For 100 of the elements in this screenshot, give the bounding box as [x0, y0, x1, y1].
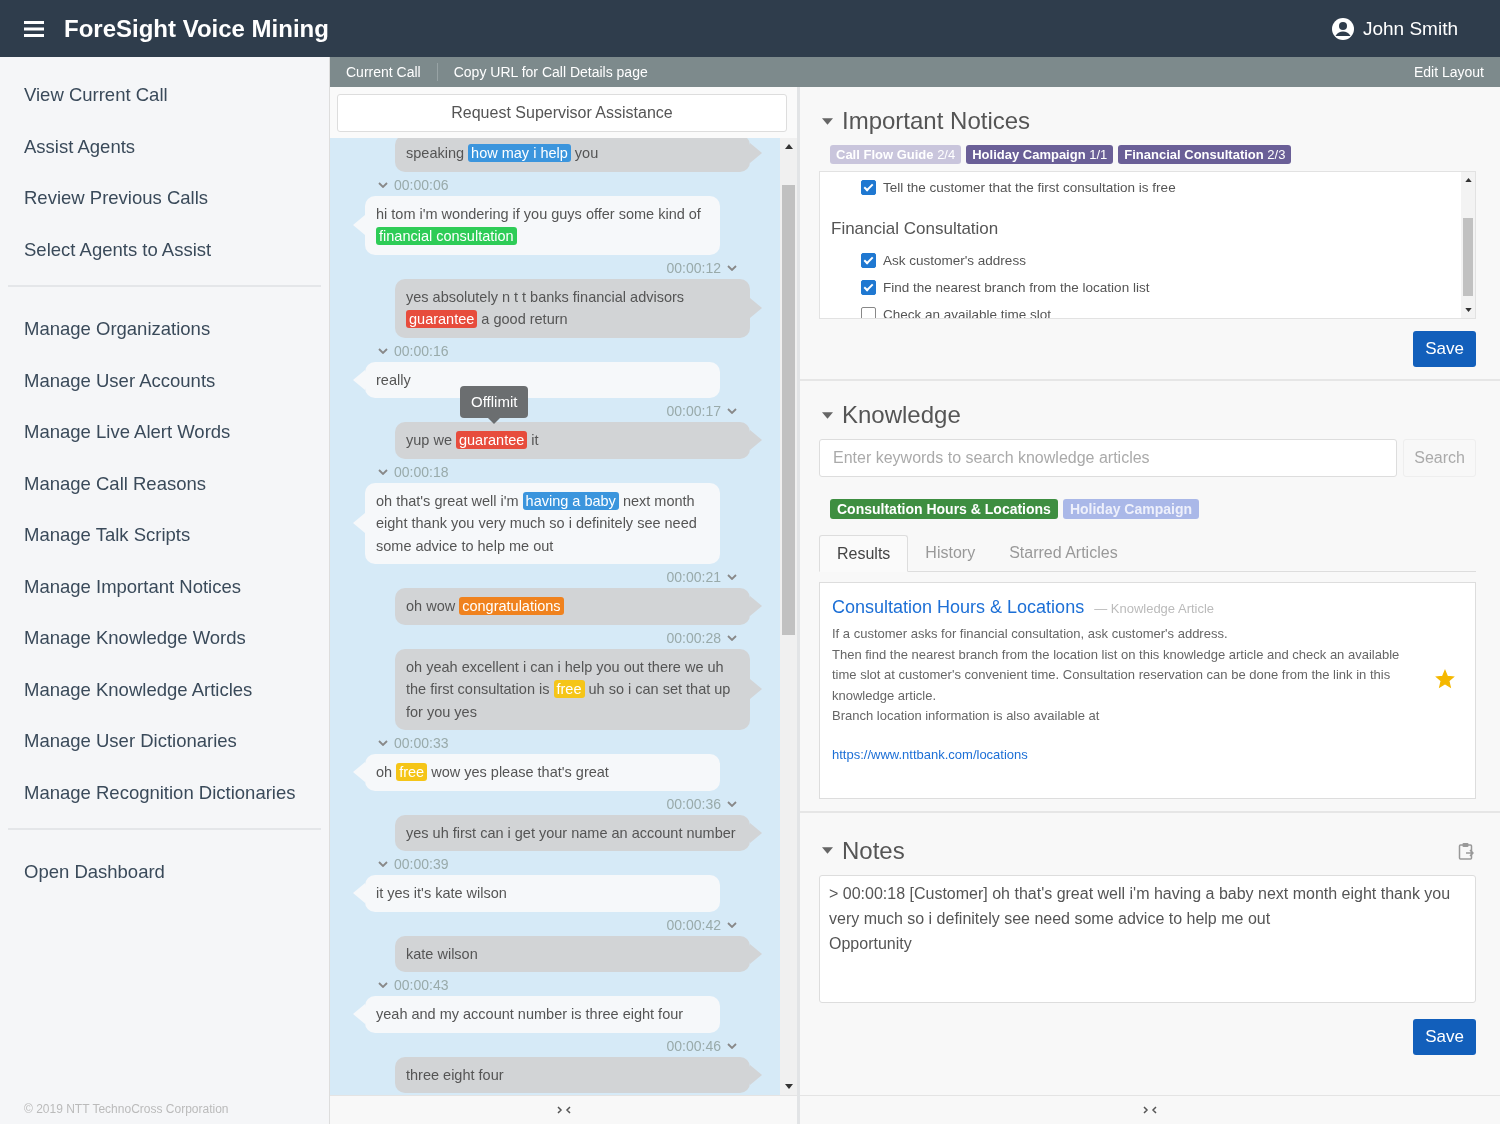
timestamp: 00:00:12: [666, 259, 721, 276]
chevron-down-icon[interactable]: [378, 861, 388, 867]
message-text: it yes it's kate wilson: [353, 875, 720, 912]
chevron-down-icon[interactable]: [727, 800, 737, 807]
chevron-down-icon[interactable]: [727, 921, 737, 928]
chevron-down-icon[interactable]: [378, 468, 388, 475]
scrollbar[interactable]: [780, 138, 797, 1095]
collapse-icon[interactable]: [556, 1106, 571, 1114]
chevron-down-icon[interactable]: [727, 574, 737, 580]
save-button[interactable]: Save: [1413, 331, 1476, 367]
sidebar-item[interactable]: Manage Organizations: [8, 303, 321, 355]
message-text: yes uh first can i get your name an account number: [395, 814, 762, 851]
sidebar-item[interactable]: Open Dashboard: [8, 846, 321, 898]
chevron-down-icon[interactable]: [378, 347, 388, 354]
checklist-label: Ask customer's address: [883, 253, 1026, 268]
timestamp: 00:00:46: [666, 1037, 721, 1054]
checklist-label: Tell the customer that the first consultation is free: [883, 180, 1176, 195]
timestamp: 00:00:39: [394, 856, 449, 872]
collapse-icon[interactable]: [1143, 1106, 1157, 1114]
sidebar-item[interactable]: Manage Call Reasons: [8, 457, 321, 509]
sidebar-item[interactable]: Manage Knowledge Articles: [8, 663, 321, 715]
sidebar-item[interactable]: Manage Knowledge Words: [8, 612, 321, 664]
message-text: yeah and my account number is three eight four: [353, 996, 720, 1033]
sidebar-item[interactable]: Review Previous Calls: [8, 172, 321, 224]
edit-layout-link[interactable]: Edit Layout: [1413, 64, 1484, 80]
timestamp: 00:00:28: [666, 629, 721, 646]
knowledge-tag[interactable]: Consultation Hours & Locations: [830, 499, 1058, 519]
message-text: oh wow congratulations: [395, 588, 762, 625]
search-field[interactable]: Enter keywords to search knowledge articles: [819, 439, 1398, 477]
message-text: yup we guarantee it: [395, 422, 762, 459]
chevron-down-icon[interactable]: [378, 982, 388, 988]
caret-icon[interactable]: [822, 117, 833, 125]
toolbar-link[interactable]: Copy URL for Call Details page: [453, 64, 648, 80]
scroll-down-icon[interactable]: [1464, 308, 1472, 312]
timestamp: 00:00:18: [394, 463, 449, 480]
app-title: ForeSight Voice Mining: [64, 14, 329, 43]
sidebar-item[interactable]: Manage Recognition Dictionaries: [8, 766, 321, 818]
scrollbar[interactable]: [1461, 172, 1475, 318]
article-text: Branch location information is also available at: [832, 707, 1101, 725]
notes-field[interactable]: > 00:00:18 [Customer] oh that's great well i'm having a baby next month eight thank you very much so i definitely see need some advice to help me out Opportunity: [819, 874, 1476, 1003]
scroll-up-icon[interactable]: [784, 144, 793, 149]
article-link[interactable]: https://www.nttbank.com/locations: [832, 746, 1435, 762]
timestamp: 00:00:42: [666, 916, 721, 933]
sidebar-item[interactable]: Manage User Dictionaries: [8, 715, 321, 767]
chevron-down-icon[interactable]: [727, 264, 737, 271]
article-text: Then find the nearest branch from the location list on this knowledge article and check an available time slot at customer's convenient time. Consultation reservation can be done from the link in this knowledge article.: [832, 645, 1401, 705]
article-type: — Knowledge Article: [1094, 601, 1215, 616]
sidebar-item[interactable]: Manage Important Notices: [8, 560, 321, 612]
sidebar-item[interactable]: Select Agents to Assist: [8, 223, 321, 275]
chevron-down-icon[interactable]: [727, 408, 737, 414]
chevron-down-icon[interactable]: [378, 181, 388, 188]
caret-icon[interactable]: [822, 847, 833, 854]
timestamp: 00:00:06: [394, 176, 449, 193]
checkbox[interactable]: [861, 253, 876, 268]
tooltip: Offlimit: [460, 386, 529, 424]
chevron-down-icon[interactable]: [378, 740, 388, 746]
chevron-down-icon[interactable]: [727, 1042, 737, 1049]
toolbar-link[interactable]: Current Call: [346, 64, 421, 80]
scroll-thumb[interactable]: [782, 185, 795, 635]
checkbox[interactable]: [861, 307, 876, 318]
scroll-thumb[interactable]: [1463, 218, 1473, 296]
timestamp: 00:00:36: [666, 795, 721, 812]
menu-icon[interactable]: [24, 20, 44, 37]
article-text: If a customer asks for financial consultation, ask customer's address.: [832, 625, 1229, 643]
sidebar-item[interactable]: Manage Talk Scripts: [8, 509, 321, 561]
sidebar-item[interactable]: Manage User Accounts: [8, 354, 321, 406]
chevron-down-icon[interactable]: [727, 634, 737, 641]
sidebar-item[interactable]: View Current Call: [8, 69, 321, 121]
clipboard-icon[interactable]: [1458, 841, 1474, 860]
tab[interactable]: Results: [819, 535, 909, 572]
article-title-link[interactable]: Consultation Hours & Locations: [832, 597, 1085, 618]
checklist-heading: Financial Consultation: [831, 218, 1000, 240]
star-icon[interactable]: [1435, 669, 1455, 690]
checkbox[interactable]: [861, 180, 876, 195]
sidebar-item[interactable]: Manage Live Alert Words: [8, 406, 321, 458]
message-text: kate wilson: [395, 935, 762, 972]
timestamp: 00:00:33: [394, 735, 449, 751]
caret-icon[interactable]: [822, 411, 833, 419]
user-icon[interactable]: [1330, 16, 1355, 41]
checklist-label: Find the nearest branch from the location list: [883, 280, 1150, 295]
message-text: oh yeah excellent i can i help you out there we uh the first consultation is free uh so i can set that up for you yes: [395, 648, 762, 730]
timestamp: 00:00:16: [394, 342, 449, 359]
message-text: speaking how may i help you: [395, 138, 762, 172]
section-title: Important Notices: [842, 107, 1031, 135]
scroll-down-icon[interactable]: [784, 1084, 793, 1089]
section-title: Notes: [842, 836, 905, 865]
message-text: hi tom i'm wondering if you guys offer some kind of financial consultation: [353, 195, 720, 255]
save-button[interactable]: Save: [1413, 1018, 1476, 1055]
notice-tag[interactable]: Holiday Campaign 1/1: [966, 145, 1114, 164]
checkbox[interactable]: [861, 280, 876, 295]
scroll-up-icon[interactable]: [1464, 178, 1472, 182]
message-text: oh that's great well i'm having a baby next month eight thank you very much so i definitely see need some advice to help me out: [353, 482, 720, 564]
notice-tag[interactable]: Financial Consultation 2/3: [1118, 145, 1292, 164]
request-assistance-button[interactable]: Request Supervisor Assistance: [337, 94, 787, 132]
message-text: oh free wow yes please that's great: [353, 754, 720, 791]
copyright-text: © 2019 NTT TechnoCross Corporation: [23, 1102, 230, 1118]
section-title: Knowledge: [842, 401, 961, 429]
sidebar-item[interactable]: Assist Agents: [8, 120, 321, 172]
timestamp: 00:00:17: [666, 403, 721, 419]
user-name[interactable]: John Smith: [1362, 17, 1458, 40]
